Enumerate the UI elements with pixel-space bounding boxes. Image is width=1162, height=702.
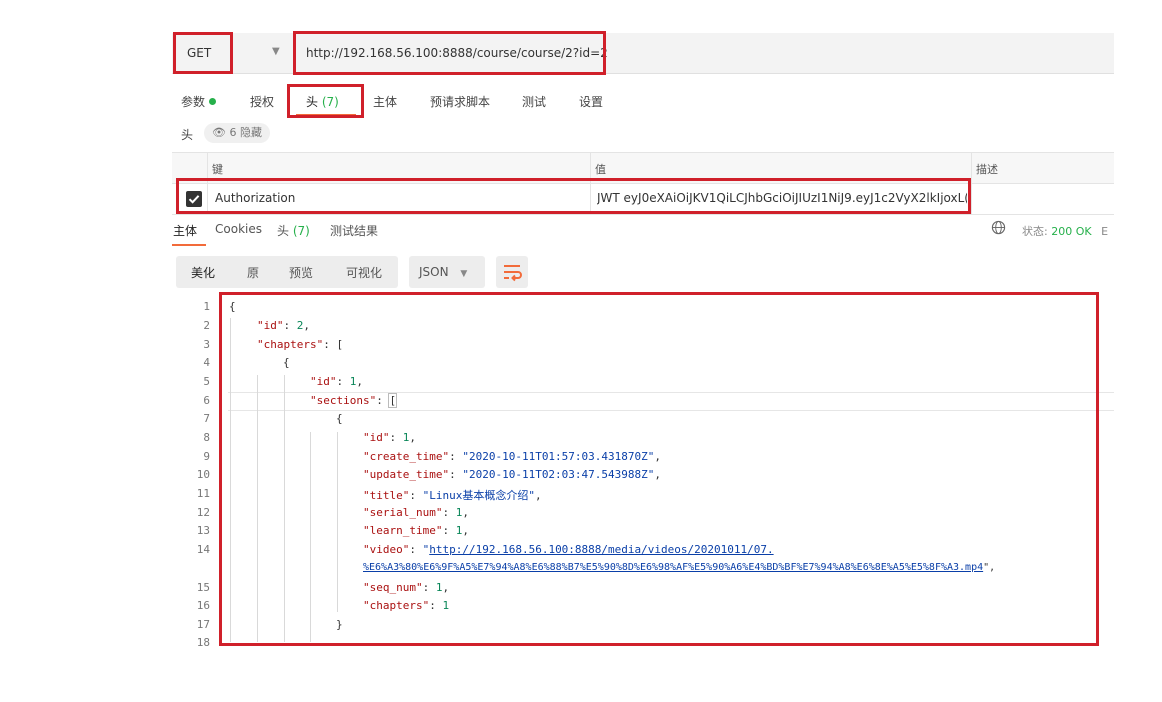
column-header-description: 描述 <box>976 163 998 176</box>
tab-settings[interactable]: 设置 <box>579 93 603 110</box>
tab-body[interactable]: 主体 <box>373 93 397 110</box>
line-number: 8 <box>203 431 210 444</box>
globe-icon[interactable] <box>991 220 1006 239</box>
line-number: 4 <box>203 356 210 369</box>
line-number: 3 <box>203 338 210 351</box>
status-extra: E <box>1101 225 1109 238</box>
line-number: 18 <box>196 636 210 649</box>
column-header-key: 键 <box>212 163 223 176</box>
tab-params-label: 参数 <box>181 95 206 109</box>
response-status: 状态: 200 OK E <box>1022 223 1108 239</box>
status-value: 200 OK <box>1051 225 1092 238</box>
line-number: 7 <box>203 412 210 425</box>
column-header-value: 值 <box>595 163 606 176</box>
wrap-lines-icon <box>504 265 522 282</box>
tab-tests[interactable]: 测试 <box>522 93 546 110</box>
line-number: 13 <box>196 524 210 537</box>
response-tab-headers[interactable]: 头 (7) <box>277 222 310 239</box>
line-number: 15 <box>196 581 210 594</box>
highlight-box-url <box>293 31 606 75</box>
tab-auth[interactable]: 授权 <box>250 93 274 110</box>
highlight-box-method <box>173 32 233 74</box>
response-tab-cookies[interactable]: Cookies <box>215 222 262 236</box>
active-dot-icon <box>209 98 217 105</box>
visualize-button[interactable]: 可视化 <box>346 264 382 281</box>
eye-icon: 👁 <box>212 126 226 139</box>
highlight-box-auth-header <box>176 178 971 214</box>
line-number: 12 <box>196 506 210 519</box>
line-number: 14 <box>196 543 210 556</box>
format-select-label: JSON <box>419 265 449 279</box>
wrap-lines-button[interactable] <box>496 256 528 288</box>
line-number: 11 <box>196 487 210 500</box>
tab-prerequest-script[interactable]: 预请求脚本 <box>430 93 490 110</box>
chevron-down-icon[interactable]: ▼ <box>272 46 280 57</box>
line-number: 17 <box>196 618 210 631</box>
line-number: 6 <box>203 394 210 407</box>
response-tab-test-results[interactable]: 测试结果 <box>330 222 378 239</box>
line-number: 16 <box>196 599 210 612</box>
highlight-box-headers-tab <box>287 84 364 118</box>
highlight-box-response-body <box>219 292 1099 646</box>
status-label: 状态: <box>1022 225 1048 238</box>
format-select[interactable]: JSON ▼ <box>409 256 485 288</box>
response-tab-headers-count: (7) <box>292 224 310 238</box>
hidden-headers-label: 6 隐藏 <box>229 126 262 139</box>
line-number: 10 <box>196 468 210 481</box>
response-active-tab-indicator <box>172 244 206 246</box>
response-tab-headers-label: 头 <box>277 224 290 238</box>
headers-section-title: 头 <box>181 128 194 142</box>
line-number: 2 <box>203 319 210 332</box>
pretty-button[interactable]: 美化 <box>191 264 215 281</box>
hidden-headers-toggle[interactable]: 👁 6 隐藏 <box>204 123 270 143</box>
line-number: 1 <box>203 300 210 313</box>
line-number: 5 <box>203 375 210 388</box>
line-number: 9 <box>203 450 210 463</box>
preview-button[interactable]: 预览 <box>289 264 313 281</box>
chevron-down-icon: ▼ <box>460 269 468 279</box>
response-tab-body[interactable]: 主体 <box>173 222 197 239</box>
raw-button[interactable]: 原 <box>247 264 259 281</box>
tab-params[interactable]: 参数 <box>181 93 217 110</box>
